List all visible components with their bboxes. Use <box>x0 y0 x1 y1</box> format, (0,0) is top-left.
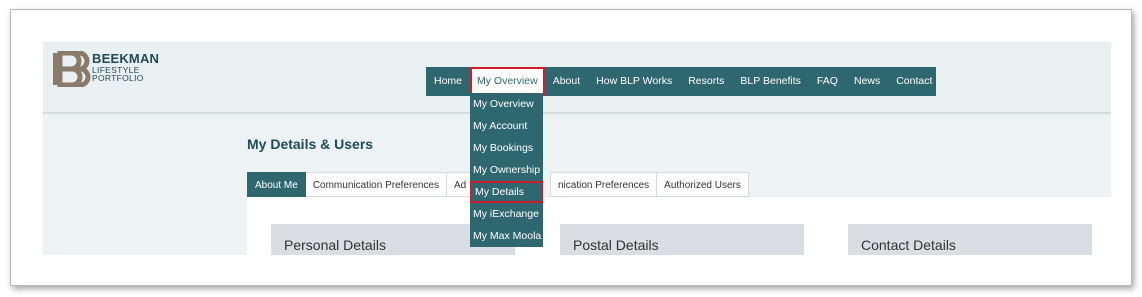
brand-name: BEEKMAN <box>92 51 160 66</box>
dropdown-item-my-bookings[interactable]: My Bookings <box>470 137 543 159</box>
nav-item-home[interactable]: Home <box>426 67 470 96</box>
postal-details-panel: Postal Details <box>560 224 804 255</box>
tab-authorized-users[interactable]: Authorized Users <box>657 172 749 197</box>
panel-title-personal: Personal Details <box>284 237 386 253</box>
brand-sub-portfolio: PORTFOLIO <box>92 73 144 83</box>
dropdown-item-my-account[interactable]: My Account <box>470 115 543 137</box>
site-header: BEEKMAN LIFESTYLE PORTFOLIO Home My Over… <box>43 42 1111 114</box>
panel-title-postal: Postal Details <box>573 237 659 253</box>
contact-details-panel: Contact Details <box>848 224 1092 255</box>
screenshot-frame: BEEKMAN LIFESTYLE PORTFOLIO Home My Over… <box>10 9 1132 286</box>
nav-item-how-blp-works[interactable]: How BLP Works <box>588 67 680 96</box>
tab-content: Personal Details Postal Details Contact … <box>247 197 1111 255</box>
dropdown-item-my-overview[interactable]: My Overview <box>470 93 543 115</box>
nav-item-faq[interactable]: FAQ <box>809 67 846 96</box>
tab-nication-preferences[interactable]: nication Preferences <box>549 172 658 197</box>
nav-item-resorts[interactable]: Resorts <box>680 67 732 96</box>
panel-title-contact: Contact Details <box>861 237 956 253</box>
page-title: My Details & Users <box>247 136 374 152</box>
nav-item-about[interactable]: About <box>545 67 588 96</box>
dropdown-item-my-iexchange[interactable]: My iExchange <box>470 203 543 225</box>
bb-monogram-icon <box>53 51 91 87</box>
dropdown-item-my-max-moola[interactable]: My Max Moola <box>470 225 543 247</box>
brand-text: BEEKMAN LIFESTYLE PORTFOLIO <box>92 51 160 83</box>
dropdown-item-my-ownership[interactable]: My Ownership <box>470 159 543 181</box>
main-nav: Home My Overview About How BLP Works Res… <box>426 67 936 96</box>
nav-item-my-overview[interactable]: My Overview <box>470 67 545 96</box>
my-overview-dropdown: My Overview My Account My Bookings My Ow… <box>470 93 543 247</box>
tab-communication-preferences[interactable]: Communication Preferences <box>305 172 447 197</box>
app-window: BEEKMAN LIFESTYLE PORTFOLIO Home My Over… <box>43 42 1111 255</box>
tab-about-me[interactable]: About Me <box>247 172 306 197</box>
nav-item-blp-benefits[interactable]: BLP Benefits <box>732 67 809 96</box>
nav-item-news[interactable]: News <box>846 67 888 96</box>
nav-item-contact[interactable]: Contact <box>888 67 940 96</box>
dropdown-item-my-details[interactable]: My Details <box>470 181 543 203</box>
brand-logo[interactable]: BEEKMAN LIFESTYLE PORTFOLIO <box>51 51 171 91</box>
